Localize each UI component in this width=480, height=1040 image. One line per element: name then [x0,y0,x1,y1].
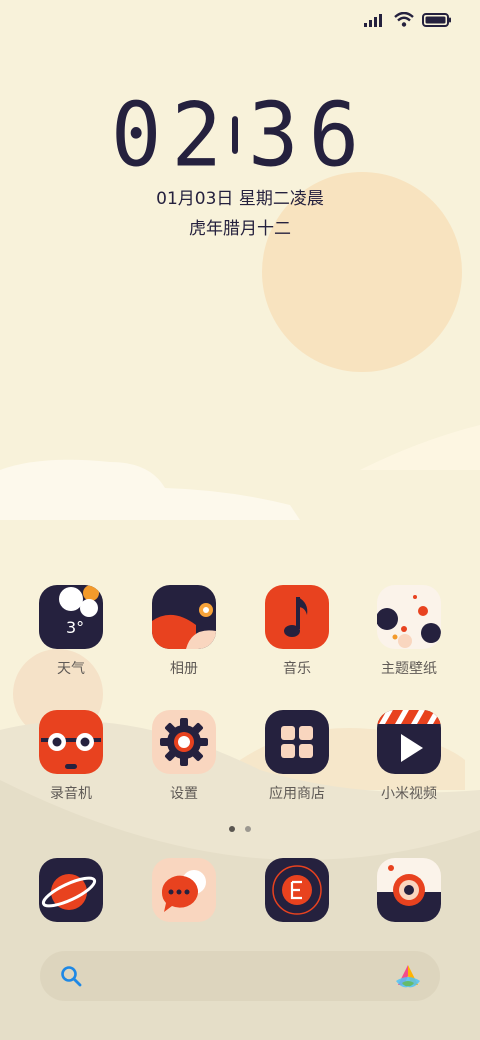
app-label: 主题壁纸 [381,661,437,677]
date-text[interactable]: 01月03日 星期二凌晨 [0,184,480,209]
weather-icon: 3° [39,585,103,649]
app-label: 音乐 [283,661,311,677]
lunar-date-text: 虎年腊月十二 [189,219,291,239]
clock-separator [232,116,238,154]
music-icon [265,585,329,649]
search-icon [61,966,82,987]
clock[interactable]: 02 36 [0,84,480,187]
dock-camera[interactable] [359,858,459,922]
weather-temp: 3° [66,618,85,637]
wifi-icon [394,12,414,27]
status-bar [364,12,452,27]
app-label: 应用商店 [269,786,325,802]
browser-icon [265,858,329,922]
app-video[interactable]: 小米视频 [359,710,459,803]
app-weather[interactable]: 3° 天气 [21,585,121,678]
app-settings[interactable]: 设置 [134,710,234,803]
app-label: 小米视频 [381,786,437,802]
page-dot[interactable] [245,826,251,832]
app-label: 相册 [170,661,198,677]
messages-icon [152,858,216,922]
assistant-icon[interactable] [394,963,422,989]
video-icon [377,710,441,774]
clock-minute: 36 [248,83,370,187]
app-store-icon [265,710,329,774]
app-store[interactable]: 应用商店 [247,710,347,803]
recorder-icon [39,710,103,774]
search-bar[interactable] [40,951,440,1001]
app-music[interactable]: 音乐 [247,585,347,678]
page-dot-active[interactable] [229,826,235,832]
dock-phone[interactable] [21,858,121,922]
app-themes[interactable]: 主题壁纸 [359,585,459,678]
settings-icon [152,710,216,774]
dock-messages[interactable] [134,858,234,922]
camera-icon [377,858,441,922]
phone-icon [39,858,103,922]
app-label: 录音机 [50,786,92,802]
clock-hour: 02 [110,83,232,187]
themes-icon [377,585,441,649]
app-label: 天气 [57,661,85,677]
app-recorder[interactable]: 录音机 [21,710,121,803]
signal-icon [364,13,382,27]
battery-icon [422,12,451,27]
app-gallery[interactable]: 相册 [134,585,234,678]
page-indicator[interactable] [0,826,480,832]
dock-browser[interactable] [247,858,347,922]
gallery-icon [152,585,216,649]
app-label: 设置 [170,786,198,802]
